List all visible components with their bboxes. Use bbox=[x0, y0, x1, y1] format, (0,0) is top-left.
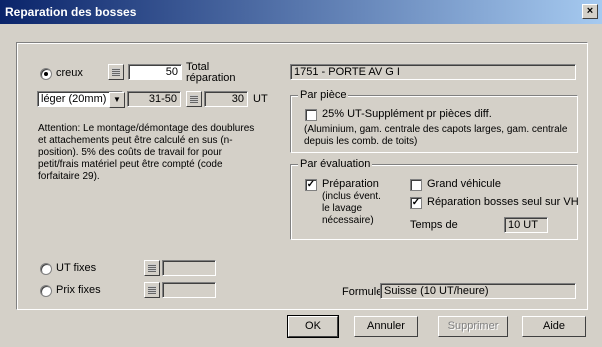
attention-text: Attention: Le montage/démontage des doub… bbox=[38, 123, 255, 182]
reparation-seul-label: Réparation bosses seul sur VH bbox=[427, 196, 579, 208]
formule-field: Suisse (10 UT/heure) bbox=[380, 283, 576, 299]
par-piece-title: Par pièce bbox=[298, 89, 349, 101]
temps-field: 10 UT bbox=[504, 217, 548, 233]
part-field: 1751 - PORTE AV G I bbox=[290, 64, 576, 80]
supprimer-button[interactable]: Supprimer bbox=[438, 316, 508, 337]
supplement-checkbox[interactable] bbox=[305, 109, 317, 121]
annuler-button[interactable]: Annuler bbox=[354, 316, 418, 337]
grand-vehicule-label: Grand véhicule bbox=[427, 178, 501, 190]
formule-label: Formule bbox=[342, 286, 383, 298]
ut-unit-label: UT bbox=[253, 93, 268, 105]
par-evaluation-title: Par évaluation bbox=[298, 158, 373, 170]
ut-fixes-label: UT fixes bbox=[56, 262, 97, 274]
par-piece-note: (Aluminium, gam. centrale des capots lar… bbox=[304, 124, 568, 147]
ut-fixes-calc-button[interactable] bbox=[144, 260, 160, 276]
prix-fixes-radio[interactable] bbox=[40, 285, 52, 297]
creux-label: creux bbox=[56, 67, 83, 79]
preparation-note: (inclus évent. le lavage nécessaire) bbox=[322, 191, 381, 226]
prix-fixes-field bbox=[162, 282, 216, 298]
close-button[interactable]: × bbox=[582, 4, 598, 19]
ut-fixes-field bbox=[162, 260, 216, 276]
window-title: Reparation des bosses bbox=[5, 5, 137, 19]
range-field: 31-50 bbox=[127, 91, 181, 107]
ut-calc-button[interactable] bbox=[186, 91, 202, 107]
prix-fixes-calc-button[interactable] bbox=[144, 282, 160, 298]
preparation-checkbox[interactable]: ✓ bbox=[305, 179, 317, 191]
creux-radio[interactable] bbox=[40, 68, 52, 80]
chevron-down-icon[interactable]: ▼ bbox=[109, 92, 125, 108]
reparation-seul-checkbox[interactable]: ✓ bbox=[410, 197, 422, 209]
grand-vehicule-checkbox[interactable] bbox=[410, 179, 422, 191]
preparation-label: Préparation bbox=[322, 178, 379, 190]
ut-fixes-radio[interactable] bbox=[40, 263, 52, 275]
temps-label: Temps de bbox=[410, 219, 458, 231]
ut-field: 30 bbox=[204, 91, 248, 107]
creux-calc-button[interactable] bbox=[108, 64, 124, 80]
total-reparation-label: Total réparation bbox=[186, 61, 236, 84]
ok-button[interactable]: OK bbox=[287, 315, 339, 338]
aide-button[interactable]: Aide bbox=[522, 316, 586, 337]
prix-fixes-label: Prix fixes bbox=[56, 284, 101, 296]
title-bar: Reparation des bosses × bbox=[0, 0, 602, 24]
supplement-label: 25% UT-Supplément pr pièces diff. bbox=[322, 108, 492, 120]
creux-input[interactable]: 50 bbox=[128, 64, 182, 80]
